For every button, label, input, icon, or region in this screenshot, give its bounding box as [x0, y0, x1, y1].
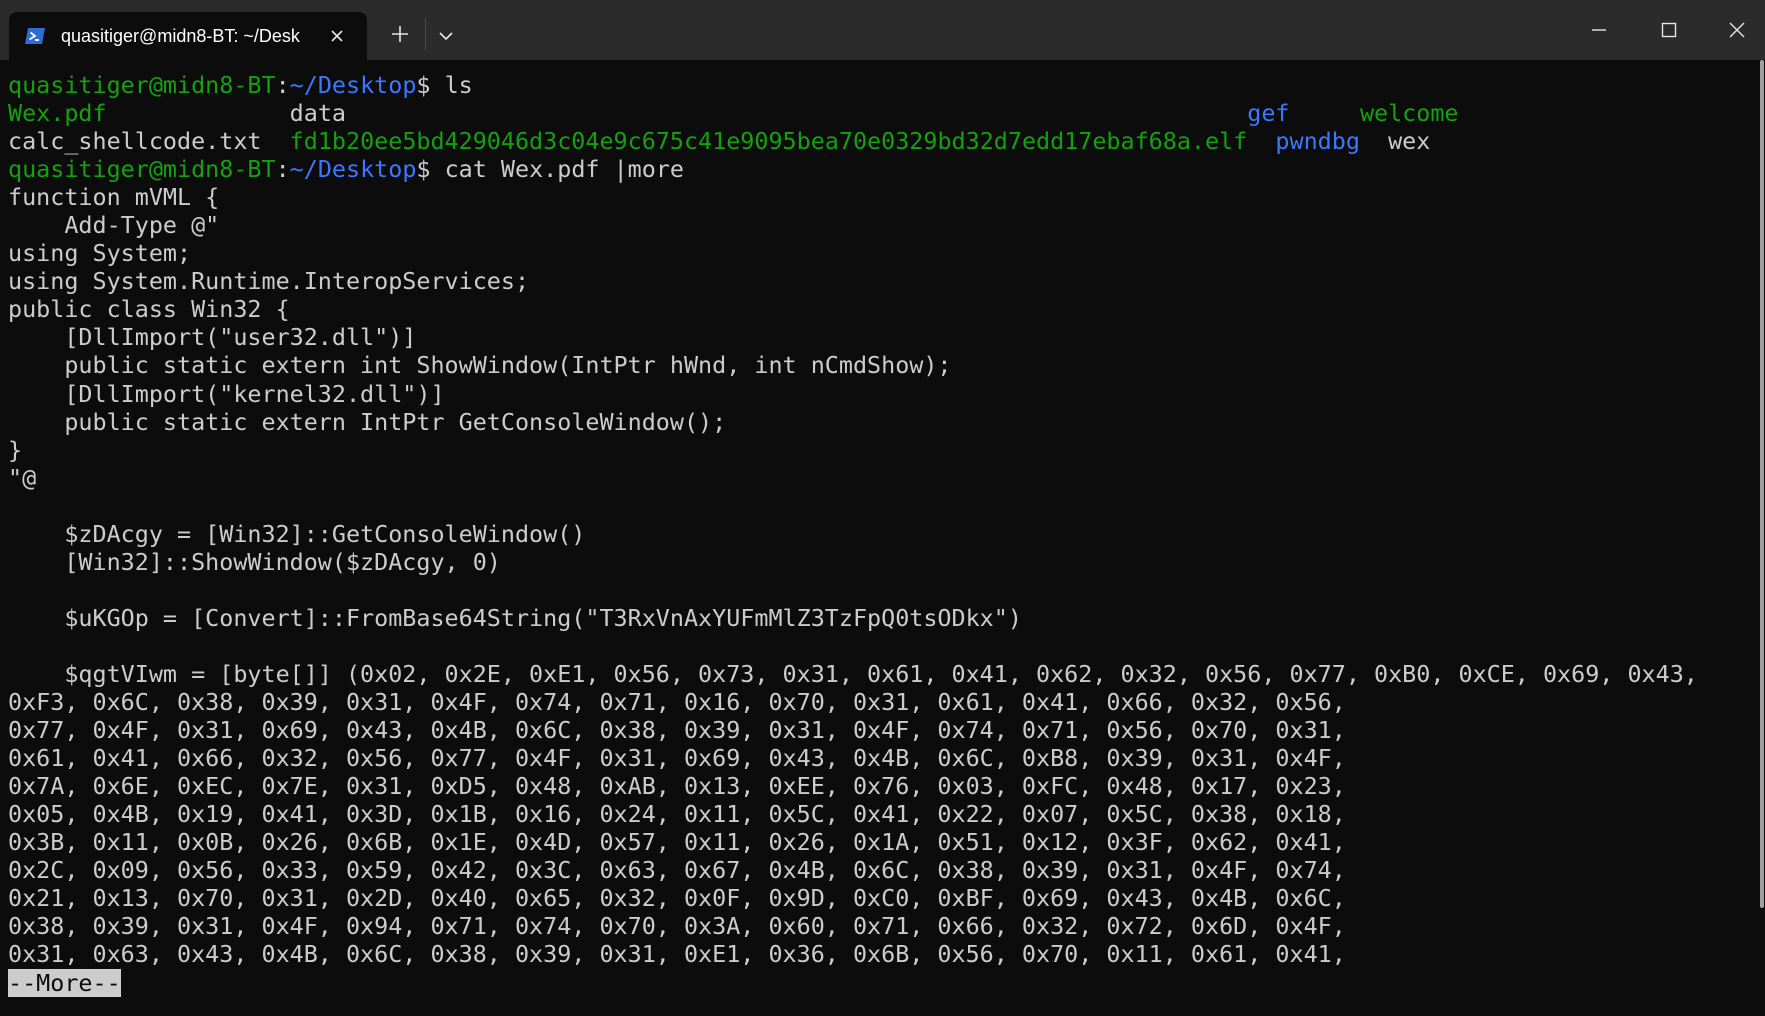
tab-title: quasitiger@midn8-BT: ~/Desk — [61, 26, 300, 46]
ls-entry: gef — [1247, 99, 1360, 128]
prompt-path: ~/Desktop — [289, 155, 417, 184]
ls-entry: pwndbg — [1275, 127, 1389, 156]
ls-entry: Wex.pdf — [8, 99, 290, 128]
prompt-path: ~/Desktop — [289, 71, 417, 99]
command-cat: cat Wex.pdf |more — [444, 155, 684, 184]
ls-entry: fd1b20ee5bd429046d3c04e9c675c41e9095bea7… — [289, 127, 1276, 156]
powershell-icon — [23, 24, 47, 48]
terminal-pane[interactable]: quasitiger@midn8-BT:~/Desktop$ ls Wex.pd… — [0, 60, 1765, 1016]
close-tab-icon[interactable] — [327, 26, 347, 46]
command-ls: ls — [444, 71, 473, 99]
more-prompt: --More-- — [8, 968, 121, 997]
ls-entry: calc_shellcode.txt — [8, 127, 290, 156]
minimize-icon — [1592, 29, 1606, 31]
close-icon — [1729, 22, 1745, 38]
file-contents: function mVML { Add-Type @" using System… — [8, 183, 1698, 969]
minimize-button[interactable] — [1564, 0, 1634, 60]
terminal-output: quasitiger@midn8-BT:~/Desktop$ ls Wex.pd… — [8, 71, 1698, 997]
prompt-user: quasitiger@midn8-BT — [8, 71, 276, 99]
maximize-button[interactable] — [1634, 0, 1704, 60]
maximize-icon — [1661, 22, 1677, 38]
plus-icon[interactable] — [386, 20, 414, 48]
ls-entry: data — [289, 99, 1248, 128]
ls-entry: wex — [1388, 127, 1431, 156]
ls-entry: welcome — [1359, 99, 1459, 128]
prompt-user: quasitiger@midn8-BT — [8, 155, 276, 184]
chevron-down-icon[interactable] — [432, 22, 460, 50]
close-window-button[interactable] — [1702, 0, 1765, 60]
tab-terminal[interactable]: quasitiger@midn8-BT: ~/Desk — [9, 12, 367, 60]
title-bar: quasitiger@midn8-BT: ~/Desk — [0, 0, 1765, 60]
scrollbar[interactable] — [1760, 60, 1764, 908]
tab-divider — [425, 18, 426, 50]
